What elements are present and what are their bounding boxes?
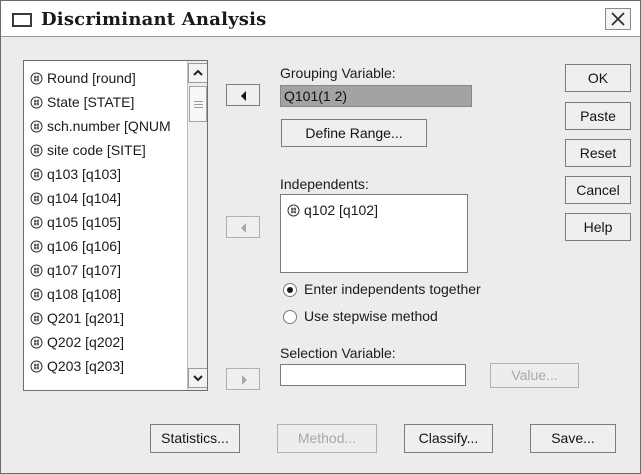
scale-variable-icon bbox=[30, 240, 43, 253]
save-button[interactable]: Save... bbox=[530, 424, 616, 453]
grouping-variable-label: Grouping Variable: bbox=[280, 65, 396, 81]
list-item[interactable]: Round [round] bbox=[30, 67, 136, 89]
list-item[interactable]: site code [SITE] bbox=[30, 139, 146, 161]
list-item[interactable]: Q203 [q203] bbox=[30, 355, 124, 377]
scroll-thumb[interactable] bbox=[189, 86, 207, 122]
list-item[interactable]: q108 [q108] bbox=[30, 283, 121, 305]
independents-label: Independents: bbox=[280, 176, 369, 192]
variable-list[interactable]: Round [round] State [STATE] sch.number [… bbox=[23, 60, 208, 391]
move-to-grouping-button[interactable] bbox=[226, 84, 260, 106]
enter-together-label: Enter independents together bbox=[304, 281, 481, 297]
list-item[interactable]: q105 [q105] bbox=[30, 211, 121, 233]
classify-button[interactable]: Classify... bbox=[404, 424, 493, 453]
value-button[interactable]: Value... bbox=[490, 363, 579, 388]
paste-button[interactable]: Paste bbox=[565, 102, 631, 130]
variable-list-scrollbar[interactable] bbox=[187, 61, 207, 390]
arrow-left-icon bbox=[241, 91, 246, 101]
list-item-label: q105 [q105] bbox=[47, 214, 121, 230]
list-item-label: q103 [q103] bbox=[47, 166, 121, 182]
list-item[interactable]: q106 [q106] bbox=[30, 235, 121, 257]
list-item-label: Q201 [q201] bbox=[47, 310, 125, 326]
scale-variable-icon bbox=[30, 336, 43, 349]
list-item-label: State [STATE] bbox=[47, 94, 135, 110]
chevron-down-icon bbox=[193, 375, 203, 382]
enter-together-radio[interactable] bbox=[283, 283, 297, 297]
help-button[interactable]: Help bbox=[565, 213, 631, 241]
list-item-label: q106 [q106] bbox=[47, 238, 121, 254]
reset-button[interactable]: Reset bbox=[565, 139, 631, 167]
scale-variable-icon bbox=[30, 312, 43, 325]
list-item[interactable]: q102 [q102] bbox=[287, 199, 378, 221]
list-item[interactable]: q103 [q103] bbox=[30, 163, 121, 185]
scale-variable-icon bbox=[30, 216, 43, 229]
title-bar: Discriminant Analysis bbox=[1, 1, 640, 37]
arrow-left-icon bbox=[241, 223, 246, 233]
list-item[interactable]: State [STATE] bbox=[30, 91, 134, 113]
independents-list[interactable]: q102 [q102] bbox=[280, 194, 468, 273]
statistics-button[interactable]: Statistics... bbox=[150, 424, 240, 453]
list-item-label: site code [SITE] bbox=[47, 142, 146, 158]
scale-variable-icon bbox=[30, 288, 43, 301]
scroll-down-button[interactable] bbox=[188, 368, 207, 388]
stepwise-label: Use stepwise method bbox=[304, 308, 438, 324]
close-icon bbox=[611, 12, 625, 26]
list-item[interactable]: Q202 [q202] bbox=[30, 331, 124, 353]
list-item-label: q104 [q104] bbox=[47, 190, 121, 206]
list-item-label: Q203 [q203] bbox=[47, 358, 125, 374]
list-item-label: q107 [q107] bbox=[47, 262, 121, 278]
define-range-button[interactable]: Define Range... bbox=[281, 119, 427, 147]
scale-variable-icon bbox=[30, 72, 43, 85]
list-item[interactable]: sch.number [QNUM bbox=[30, 115, 171, 137]
cancel-button[interactable]: Cancel bbox=[565, 176, 631, 204]
scale-variable-icon bbox=[30, 120, 43, 133]
selection-variable-label: Selection Variable: bbox=[280, 345, 396, 361]
list-item-label: Round [round] bbox=[47, 70, 136, 86]
window-title: Discriminant Analysis bbox=[41, 9, 267, 30]
list-item[interactable]: q107 [q107] bbox=[30, 259, 121, 281]
discriminant-analysis-dialog: Discriminant Analysis Round [round] Stat… bbox=[0, 0, 641, 474]
list-item-label: Q202 [q202] bbox=[47, 334, 125, 350]
list-item[interactable]: Q201 [q201] bbox=[30, 307, 124, 329]
scroll-up-button[interactable] bbox=[188, 63, 207, 83]
arrow-right-icon bbox=[242, 375, 247, 385]
move-to-selection-button[interactable] bbox=[226, 368, 260, 390]
scale-variable-icon bbox=[30, 168, 43, 181]
window-icon bbox=[12, 13, 32, 27]
list-item[interactable]: q104 [q104] bbox=[30, 187, 121, 209]
scale-variable-icon bbox=[30, 96, 43, 109]
move-to-independents-button[interactable] bbox=[226, 216, 260, 238]
scale-variable-icon bbox=[287, 204, 300, 217]
scale-variable-icon bbox=[30, 192, 43, 205]
selection-variable-field[interactable] bbox=[280, 364, 466, 386]
list-item-label: sch.number [QNUM bbox=[47, 118, 171, 134]
ok-button[interactable]: OK bbox=[565, 64, 631, 92]
chevron-up-icon bbox=[193, 69, 203, 76]
grouping-variable-field[interactable]: Q101(1 2) bbox=[280, 85, 472, 107]
scale-variable-icon bbox=[30, 264, 43, 277]
list-item-label: q108 [q108] bbox=[47, 286, 121, 302]
method-button[interactable]: Method... bbox=[277, 424, 377, 453]
stepwise-radio[interactable] bbox=[283, 310, 297, 324]
scale-variable-icon bbox=[30, 144, 43, 157]
list-item-label: q102 [q102] bbox=[304, 202, 378, 218]
scale-variable-icon bbox=[30, 360, 43, 373]
close-button[interactable] bbox=[605, 8, 631, 30]
